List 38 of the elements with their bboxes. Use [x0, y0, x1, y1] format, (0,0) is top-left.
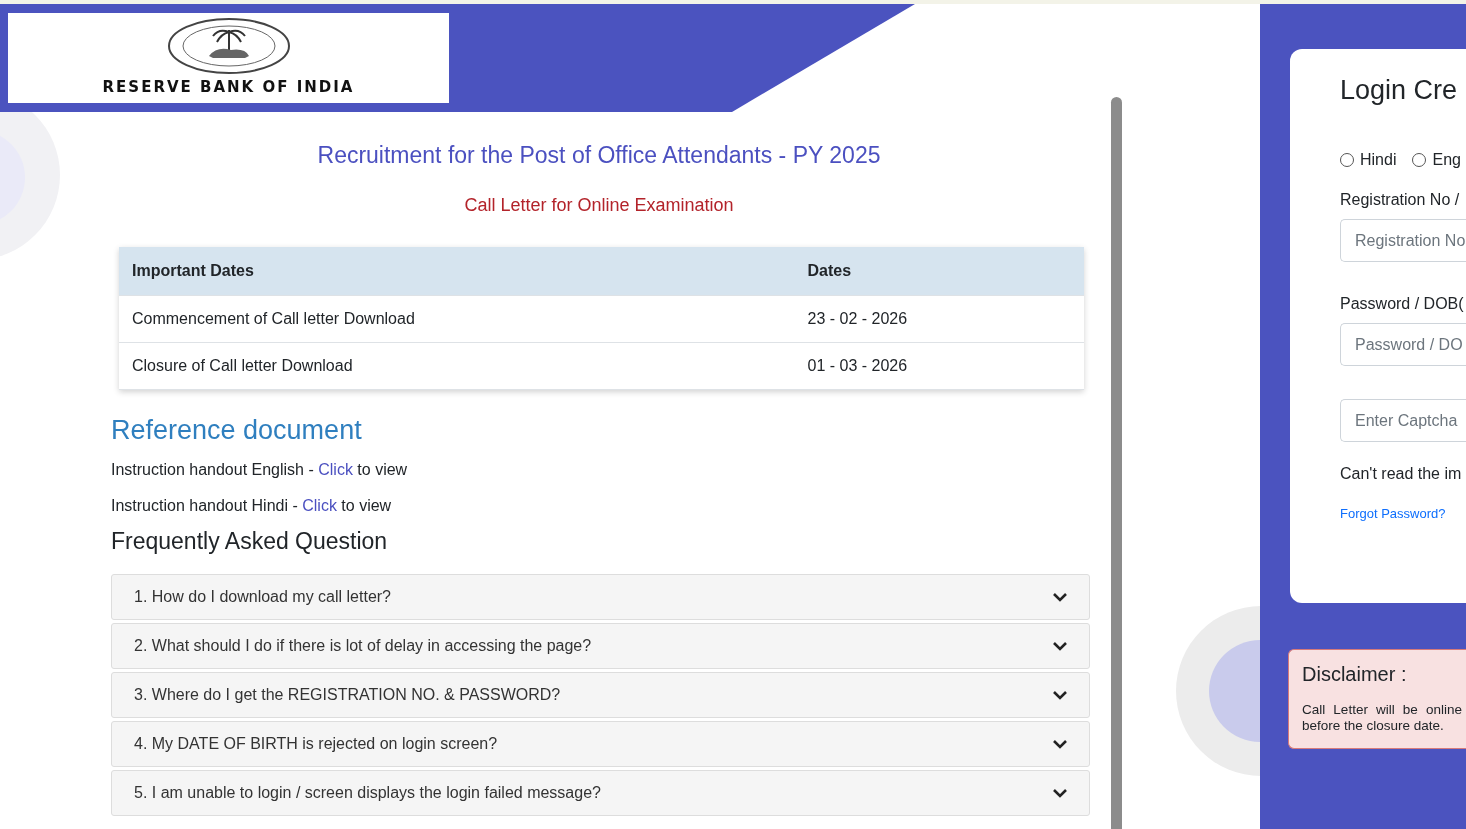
field-label: Password / DOB(	[1340, 294, 1465, 315]
section-heading: Frequently Asked Question	[111, 528, 389, 556]
chevron-icon	[1053, 640, 1067, 651]
faq-question[interactable]: 5. I am unable to login / screen displays the login failed message?	[111, 769, 1090, 816]
chevron-icon	[1053, 591, 1067, 602]
chevron-icon	[1053, 689, 1067, 700]
input-field[interactable]: Registration No	[1340, 219, 1466, 263]
view-link[interactable]: Click	[318, 461, 353, 478]
instruction-text: Instruction handout Hindi - Click to view	[111, 496, 393, 516]
faq-question[interactable]: 4. My DATE OF BIRTH is rejected on login screen?	[111, 720, 1090, 767]
faq-question[interactable]: 3. Where do I get the REGISTRATION NO. & PASSWORD?	[111, 671, 1090, 718]
field-label: Registration No /	[1340, 190, 1461, 211]
faq-question[interactable]: 1. How do I download my call letter?	[111, 573, 1090, 620]
scroll-bar[interactable]	[1111, 97, 1122, 829]
chevron-icon	[1053, 738, 1067, 749]
table-cell: Closure of Call letter Download	[119, 342, 795, 390]
captcha-hint: Can't read the im	[1340, 464, 1463, 485]
card-title: Login Cre	[1340, 74, 1459, 107]
logo-text: RESERVE BANK OF INDIA	[102, 80, 355, 95]
table-cell: 01 - 03 - 2026	[794, 342, 1084, 390]
language-radio[interactable]: Hindi	[1340, 148, 1397, 173]
language-radio[interactable]: Eng	[1412, 148, 1461, 173]
column-header: Dates	[794, 246, 1084, 296]
input-field[interactable]: Enter Captcha	[1340, 399, 1466, 443]
disclaimer-text: Call Letter will be online before the closure date.	[1302, 702, 1462, 734]
table-cell: 23 - 02 - 2026	[794, 295, 1084, 343]
disclaimer-title: Disclaimer :	[1302, 662, 1408, 686]
page-title: Recruitment for the Post of Office Attendants - PY 2025	[316, 142, 882, 170]
section-heading: Reference document	[111, 413, 363, 446]
forgot-password-link[interactable]: Forgot Password?	[1340, 504, 1446, 524]
table-cell: Commencement of Call letter Download	[119, 295, 795, 343]
instruction-text: Instruction handout English - Click to view	[111, 460, 409, 480]
faq-question[interactable]: 2. What should I do if there is lot of delay in accessing the page?	[111, 622, 1090, 669]
page-subtitle: Call Letter for Online Examination	[463, 193, 735, 217]
input-field[interactable]: Password / DO	[1340, 323, 1466, 367]
view-link[interactable]: Click	[302, 497, 337, 514]
column-header: Important Dates	[119, 246, 795, 296]
chevron-icon	[1053, 787, 1067, 798]
